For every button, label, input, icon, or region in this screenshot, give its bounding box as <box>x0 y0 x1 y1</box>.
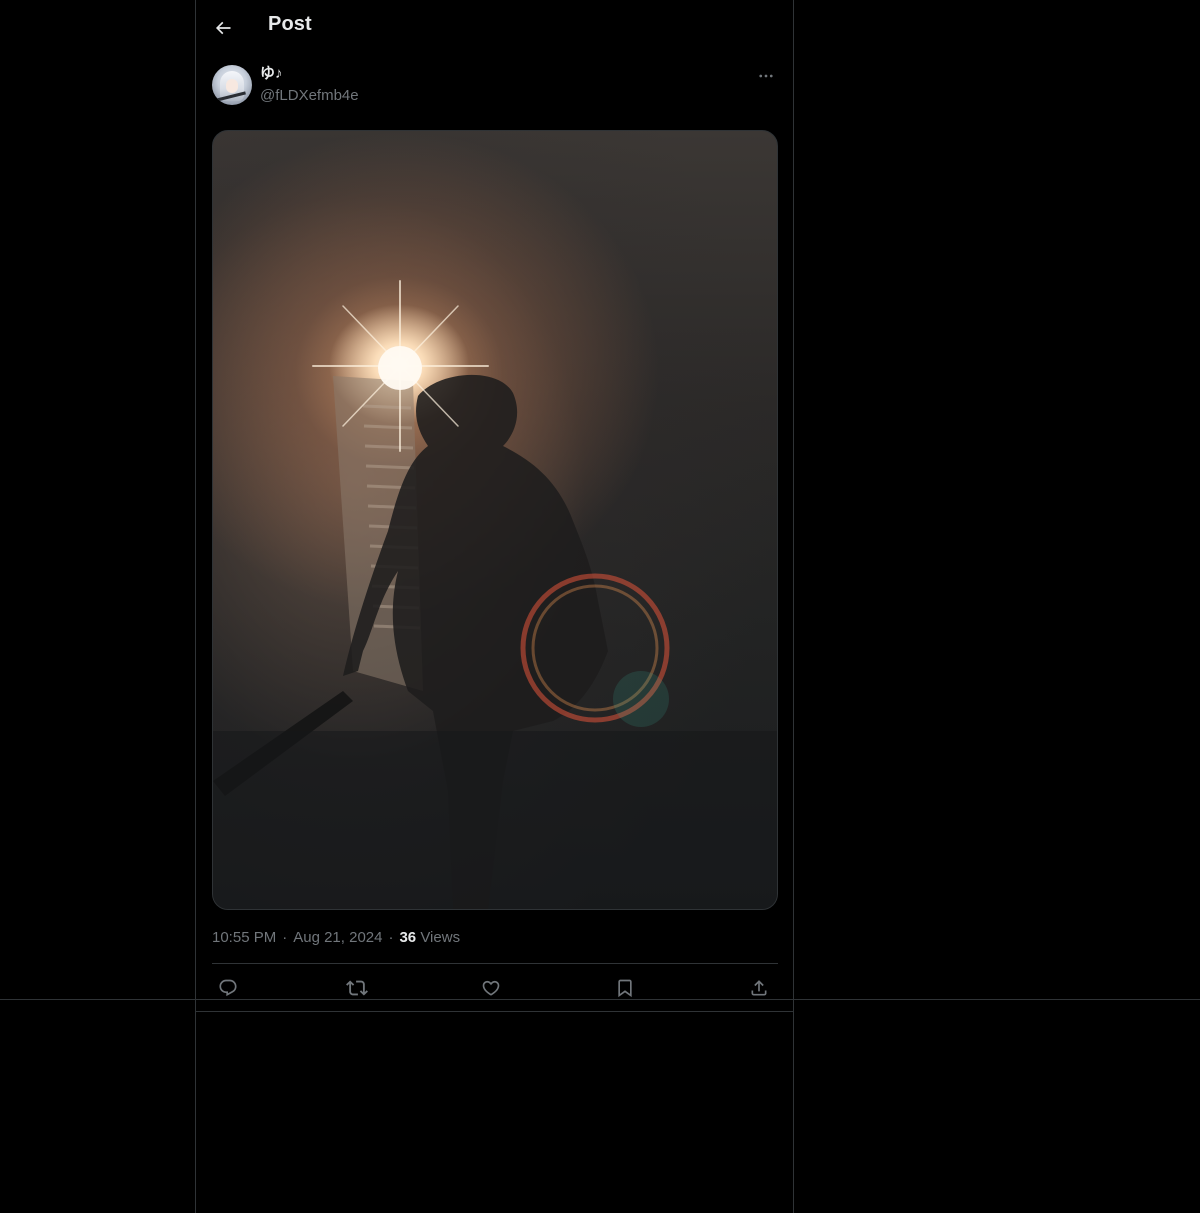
arrow-left-icon <box>215 21 231 35</box>
post-meta: 10:55 PM · Aug 21, 2024 · 36 Views <box>212 928 460 948</box>
share-icon <box>751 980 767 996</box>
back-button[interactable] <box>206 11 240 45</box>
post-bottom-border <box>196 1011 794 1012</box>
meta-separator: · <box>388 929 394 946</box>
post-time[interactable]: 10:55 PM <box>212 929 276 946</box>
author-names: ゆ♪ @fLDXefmb4e <box>260 64 359 106</box>
page: Post ゆ♪ @fLDXefmb4e 10:55 PM · Aug 21, 2… <box>0 0 1200 1213</box>
more-options-button[interactable] <box>754 64 778 88</box>
post-header: Post <box>196 0 794 54</box>
photo-scene <box>213 280 777 909</box>
reply-button[interactable] <box>214 974 242 1002</box>
views-count: 36 <box>399 929 417 946</box>
meta-separator: · <box>282 929 288 946</box>
author-display-name[interactable]: ゆ♪ <box>260 64 359 84</box>
like-button[interactable] <box>477 974 505 1002</box>
page-title: Post <box>268 13 312 35</box>
primary-column: Post ゆ♪ @fLDXefmb4e 10:55 PM · Aug 21, 2… <box>195 0 794 1213</box>
heart-icon <box>482 980 500 996</box>
author-handle[interactable]: @fLDXefmb4e <box>260 86 359 106</box>
more-horizontal-icon <box>759 74 773 78</box>
share-button[interactable] <box>745 974 773 1002</box>
post-date[interactable]: Aug 21, 2024 <box>293 929 382 946</box>
reply-icon <box>219 979 237 997</box>
bookmark-button[interactable] <box>611 974 639 1002</box>
bookmark-icon <box>618 979 632 998</box>
repost-icon <box>346 980 368 996</box>
meta-divider <box>212 963 778 964</box>
post-author: ゆ♪ @fLDXefmb4e <box>212 64 778 108</box>
views-label: Views <box>420 929 461 946</box>
repost-button[interactable] <box>343 974 371 1002</box>
post-photo[interactable] <box>212 130 778 910</box>
action-bar <box>212 974 778 1002</box>
avatar[interactable] <box>212 65 252 105</box>
